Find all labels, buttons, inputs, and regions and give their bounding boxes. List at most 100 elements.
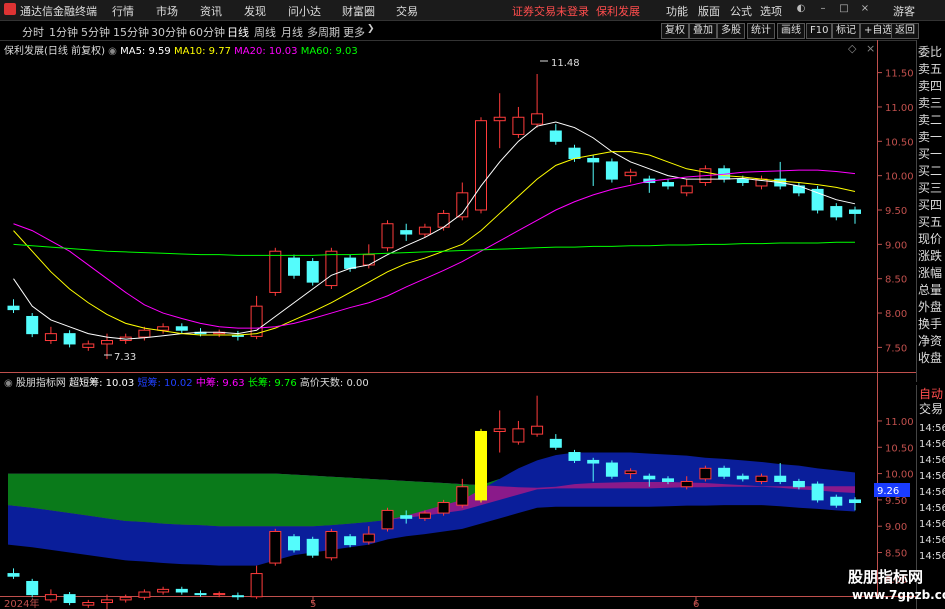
candle: [7, 305, 20, 311]
sub-y-tick-label: 8.50: [885, 549, 907, 560]
candle: [44, 333, 57, 342]
y-tick-label: 9.00: [885, 240, 907, 251]
sub-candle: [44, 594, 57, 601]
sub-candle: [400, 515, 413, 519]
sub-candle: [643, 475, 656, 480]
sub-candle: [213, 593, 226, 596]
candle: [26, 315, 39, 335]
candle: [418, 226, 431, 235]
candle: [82, 343, 95, 348]
quote-field-10: 买五: [918, 215, 943, 229]
quote-field-3: 卖三: [918, 96, 943, 110]
sub-candle: [774, 475, 787, 482]
candle: [680, 185, 693, 194]
candle: [849, 209, 861, 214]
quote-field-9: 买四: [918, 198, 943, 212]
sub-candle: [194, 593, 207, 596]
sub-candle: [493, 428, 506, 432]
quote-field-17: 净资: [918, 334, 943, 348]
sub-candle: [718, 467, 731, 477]
sub-candle: [231, 595, 244, 598]
candle: [587, 157, 600, 163]
candle: [138, 329, 151, 338]
sub-candle: [624, 470, 637, 475]
sub-candle: [830, 496, 843, 506]
value-badge-text: 9.26: [877, 486, 899, 497]
sub-candle: [7, 573, 20, 577]
chart-canvas[interactable]: 7.50 8.00 8.50 9.00 9.50 10.00 10.50 11.00 11.50…: [0, 0, 945, 609]
sub-candle: [119, 596, 132, 601]
y-tick-label: 8.00: [885, 309, 907, 320]
trade-time-3: 14:56: [919, 471, 945, 482]
candle: [662, 182, 674, 187]
sub-candle: [138, 591, 151, 598]
quote-field-7: 买二: [918, 164, 943, 178]
y-tick-label: 7.50: [885, 343, 907, 354]
quote-field-8: 买三: [918, 181, 943, 195]
sub-candle: [418, 512, 431, 519]
candle: [101, 340, 113, 345]
y-tick-label: 10.50: [885, 137, 914, 148]
candle: [63, 333, 76, 345]
ma-line-ma60: [13, 241, 855, 256]
watermark-title: 股朋指标网: [848, 568, 924, 586]
quote-field-2: 卖四: [918, 79, 943, 93]
trade-label[interactable]: 交易: [919, 402, 945, 417]
candle: [531, 113, 544, 125]
quote-field-18: 收盘: [918, 351, 943, 365]
trade-time-8: 14:56: [919, 551, 945, 562]
sub-candle: [306, 538, 319, 556]
sub-candle: [82, 602, 95, 606]
quote-field-5: 卖一: [918, 130, 943, 144]
sub-candle: [568, 452, 581, 461]
sub-candle: [811, 483, 824, 501]
quote-field-0: 委比: [918, 45, 943, 59]
candle: [381, 223, 394, 249]
candle: [624, 171, 637, 177]
sub-candle: [849, 499, 861, 504]
quote-field-12: 涨跌: [918, 249, 943, 263]
sub-candle: [475, 430, 487, 501]
quote-field-6: 买一: [918, 147, 943, 161]
sub-candle: [362, 533, 375, 543]
candle: [830, 206, 843, 218]
sub-candle: [456, 486, 469, 506]
auto-label[interactable]: 自动: [919, 387, 945, 402]
sub-candle: [736, 475, 749, 480]
sub-candle: [250, 573, 263, 598]
candle: [288, 257, 300, 276]
y-tick-label: 8.50: [885, 275, 907, 286]
sub-candle: [437, 502, 450, 514]
quote-field-1: 卖五: [918, 62, 943, 76]
sub-candle: [531, 425, 544, 435]
sub-candle: [662, 478, 674, 482]
sub-candle: [101, 599, 113, 604]
main-candles: [7, 73, 861, 360]
quote-field-13: 涨幅: [918, 266, 943, 280]
sub-candle: [26, 580, 39, 596]
quote-field-14: 总量: [918, 283, 943, 297]
sub-candle: [157, 588, 170, 593]
quote-field-4: 卖二: [918, 113, 943, 127]
sub-candle: [288, 536, 300, 551]
y-tick-label: 11.00: [885, 103, 914, 114]
ma-line-ma20: [13, 169, 856, 329]
sub-candle: [549, 438, 562, 448]
candle: [175, 326, 188, 331]
candle: [549, 130, 562, 142]
trade-time-2: 14:56: [919, 455, 945, 466]
trade-time-7: 14:56: [919, 535, 945, 546]
candle: [362, 254, 375, 266]
sub-candle: [381, 509, 394, 530]
panel-corner-label: [919, 22, 945, 40]
sub-candle: [325, 530, 338, 559]
candle: [157, 326, 170, 331]
y-tick-label: 10.00: [885, 172, 914, 183]
sub-candle: [587, 459, 600, 464]
candle: [512, 116, 525, 135]
x-label-year: 2024年: [4, 597, 39, 609]
x-label-june: 6: [693, 599, 699, 609]
sub-candle: [269, 530, 282, 564]
y-axis-labels: 7.50 8.00 8.50 9.00 9.50 10.00 10.50 11.00 11.50…: [877, 69, 914, 586]
sub-candle: [699, 467, 712, 480]
